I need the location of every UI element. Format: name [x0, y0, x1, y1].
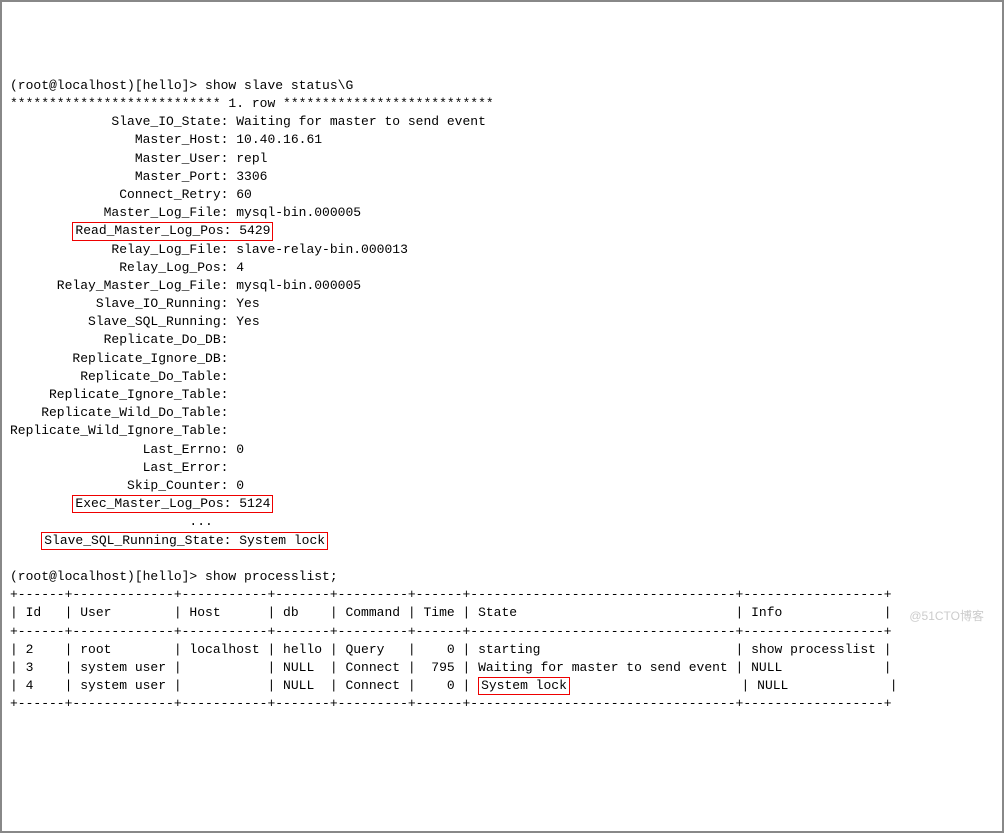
highlight-exec_master_log_pos: Exec_Master_Log_Pos: 5124	[72, 495, 273, 513]
status-line: Replicate_Wild_Ignore_Table:	[10, 423, 236, 438]
status-line: Master_Log_File: mysql-bin.000005	[10, 205, 361, 220]
table-row: | 4 | system user | | NULL | Connect | 0…	[10, 678, 898, 693]
table-sep: +------+-------------+-----------+------…	[10, 587, 892, 602]
status-line: Read_Master_Log_Pos: 5429	[10, 223, 273, 238]
highlight-slave-sql-running-state: Slave_SQL_Running_State: System lock	[41, 532, 328, 550]
status-line: Connect_Retry: 60	[10, 187, 252, 202]
status-line: Slave_IO_State: Waiting for master to se…	[10, 114, 486, 129]
highlight-read_master_log_pos: Read_Master_Log_Pos: 5429	[72, 222, 273, 240]
status-line: Replicate_Do_DB:	[10, 332, 236, 347]
watermark: @51CTO博客	[909, 608, 984, 625]
status-line: Master_Host: 10.40.16.61	[10, 132, 322, 147]
status-line: Slave_SQL_Running_State: System lock	[10, 533, 328, 548]
ellipsis-line: ...	[10, 514, 213, 529]
table-header: | Id | User | Host | db | Command | Time…	[10, 605, 892, 620]
status-line: Replicate_Ignore_Table:	[10, 387, 236, 402]
status-line: Slave_IO_Running: Yes	[10, 296, 260, 311]
row-separator: *************************** 1. row *****…	[10, 96, 494, 111]
status-line: Replicate_Wild_Do_Table:	[10, 405, 236, 420]
status-line: Master_Port: 3306	[10, 169, 267, 184]
table-sep: +------+-------------+-----------+------…	[10, 696, 892, 711]
status-line: Skip_Counter: 0	[10, 478, 244, 493]
status-line: Replicate_Ignore_DB:	[10, 351, 236, 366]
status-line: Last_Errno: 0	[10, 442, 244, 457]
status-line: Replicate_Do_Table:	[10, 369, 236, 384]
highlight-state-system-lock: System lock	[478, 677, 570, 695]
table-row: | 3 | system user | | NULL | Connect | 7…	[10, 660, 892, 675]
status-line: Exec_Master_Log_Pos: 5124	[10, 496, 273, 511]
prompt-line: (root@localhost)[hello]> show slave stat…	[10, 78, 353, 93]
status-line: Relay_Log_File: slave-relay-bin.000013	[10, 242, 408, 257]
table-row: | 2 | root | localhost | hello | Query |…	[10, 642, 892, 657]
status-line: Master_User: repl	[10, 151, 267, 166]
table-sep: +------+-------------+-----------+------…	[10, 624, 892, 639]
status-line: Relay_Master_Log_File: mysql-bin.000005	[10, 278, 361, 293]
status-line: Relay_Log_Pos: 4	[10, 260, 244, 275]
status-line: Slave_SQL_Running: Yes	[10, 314, 260, 329]
status-line: Last_Error:	[10, 460, 236, 475]
terminal-output: (root@localhost)[hello]> show slave stat…	[10, 77, 994, 714]
prompt-line: (root@localhost)[hello]> show processlis…	[10, 569, 338, 584]
